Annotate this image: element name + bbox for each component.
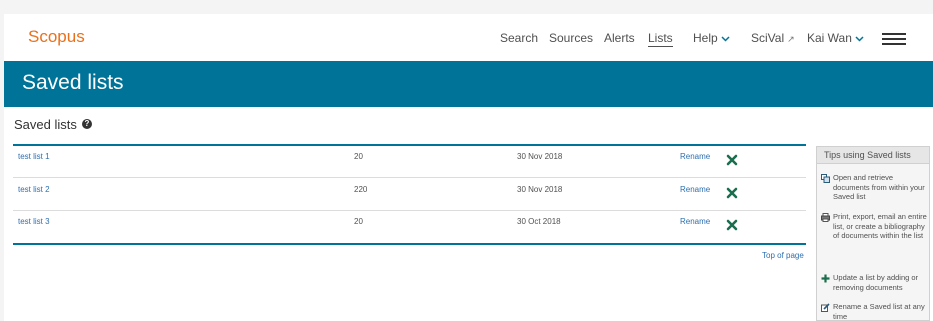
- table-row: test list 3 20 30 Oct 2018 Rename: [13, 211, 806, 243]
- print-export-icon: [821, 213, 830, 222]
- list-name-link[interactable]: test list 1: [18, 152, 50, 161]
- banner-title: Saved lists: [22, 71, 124, 94]
- tip-text: Print, export, email an entire list, or …: [833, 212, 927, 240]
- tip-text: Update a list by adding or removing docu…: [833, 273, 919, 292]
- rename-link[interactable]: Rename: [680, 217, 710, 226]
- table-row: test list 1 20 30 Nov 2018 Rename: [13, 146, 806, 178]
- nav-help-menu[interactable]: Help: [693, 31, 730, 45]
- chevron-down-icon: [721, 36, 730, 42]
- list-date: 30 Oct 2018: [517, 217, 561, 226]
- nav-search[interactable]: Search: [500, 31, 538, 45]
- tip-text: Rename a Saved list at any time: [833, 302, 925, 321]
- tip-text: Open and retrieve documents from within …: [833, 173, 925, 201]
- page: Scopus Search Sources Alerts Lists Help …: [4, 14, 933, 321]
- nav-help-label: Help: [693, 31, 718, 45]
- table-bottom-border: [13, 243, 806, 245]
- list-date: 30 Nov 2018: [517, 152, 563, 161]
- nav-scival-link[interactable]: SciVal ↗: [751, 31, 795, 45]
- list-count: 20: [354, 152, 363, 161]
- chevron-down-icon: [855, 36, 864, 42]
- list-count: 220: [354, 185, 368, 194]
- plus-icon: [821, 274, 830, 283]
- open-list-icon: [821, 174, 830, 183]
- delete-icon[interactable]: [726, 187, 738, 199]
- scopus-logo[interactable]: Scopus: [28, 27, 85, 47]
- nav-lists[interactable]: Lists: [648, 31, 673, 47]
- delete-icon[interactable]: [726, 219, 738, 231]
- rename-link[interactable]: Rename: [680, 152, 710, 161]
- rename-icon: [821, 303, 830, 312]
- hamburger-menu-icon[interactable]: [882, 33, 906, 45]
- nav-scival-label: SciVal: [751, 31, 785, 45]
- list-name-link[interactable]: test list 2: [18, 185, 50, 194]
- section-title: Saved lists: [14, 117, 77, 132]
- nav-alerts[interactable]: Alerts: [604, 31, 635, 45]
- nav-sources[interactable]: Sources: [549, 31, 593, 45]
- table-row: test list 2 220 30 Nov 2018 Rename: [13, 179, 806, 211]
- rename-link[interactable]: Rename: [680, 185, 710, 194]
- external-link-icon: ↗: [787, 34, 795, 44]
- tips-title: Tips using Saved lists: [824, 150, 911, 160]
- top-of-page-link[interactable]: Top of page: [762, 251, 804, 260]
- list-name-link[interactable]: test list 3: [18, 217, 50, 226]
- help-icon[interactable]: ?: [82, 119, 92, 129]
- tips-header: Tips using Saved lists: [817, 147, 929, 164]
- list-count: 20: [354, 217, 363, 226]
- user-menu[interactable]: Kai Wan: [807, 31, 864, 45]
- top-navigation-bar: Scopus Search Sources Alerts Lists Help …: [4, 14, 933, 61]
- list-date: 30 Nov 2018: [517, 185, 563, 194]
- page-banner: Saved lists: [4, 61, 933, 107]
- delete-icon[interactable]: [726, 154, 738, 166]
- user-name: Kai Wan: [807, 31, 852, 45]
- tips-panel: Tips using Saved lists Open and retrieve…: [816, 146, 930, 321]
